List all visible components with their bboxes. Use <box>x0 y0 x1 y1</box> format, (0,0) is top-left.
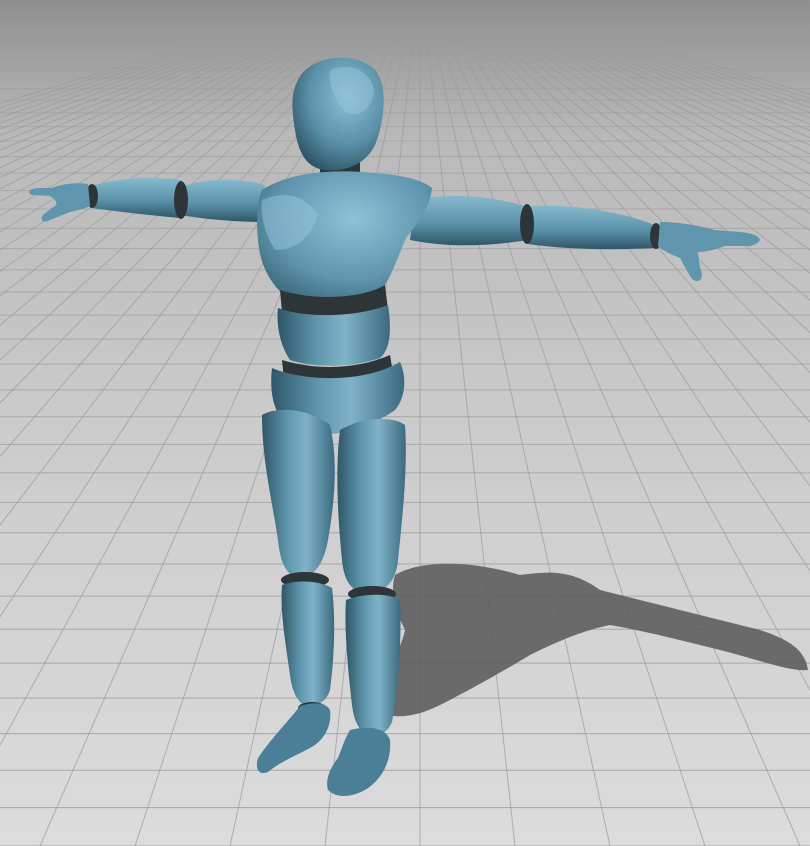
right-elbow-joint <box>520 204 534 244</box>
left-upper-arm <box>180 179 265 222</box>
scene-svg <box>0 0 810 846</box>
left-elbow-joint <box>174 181 188 219</box>
right-thigh <box>337 418 406 594</box>
viewport-scene <box>0 0 810 846</box>
